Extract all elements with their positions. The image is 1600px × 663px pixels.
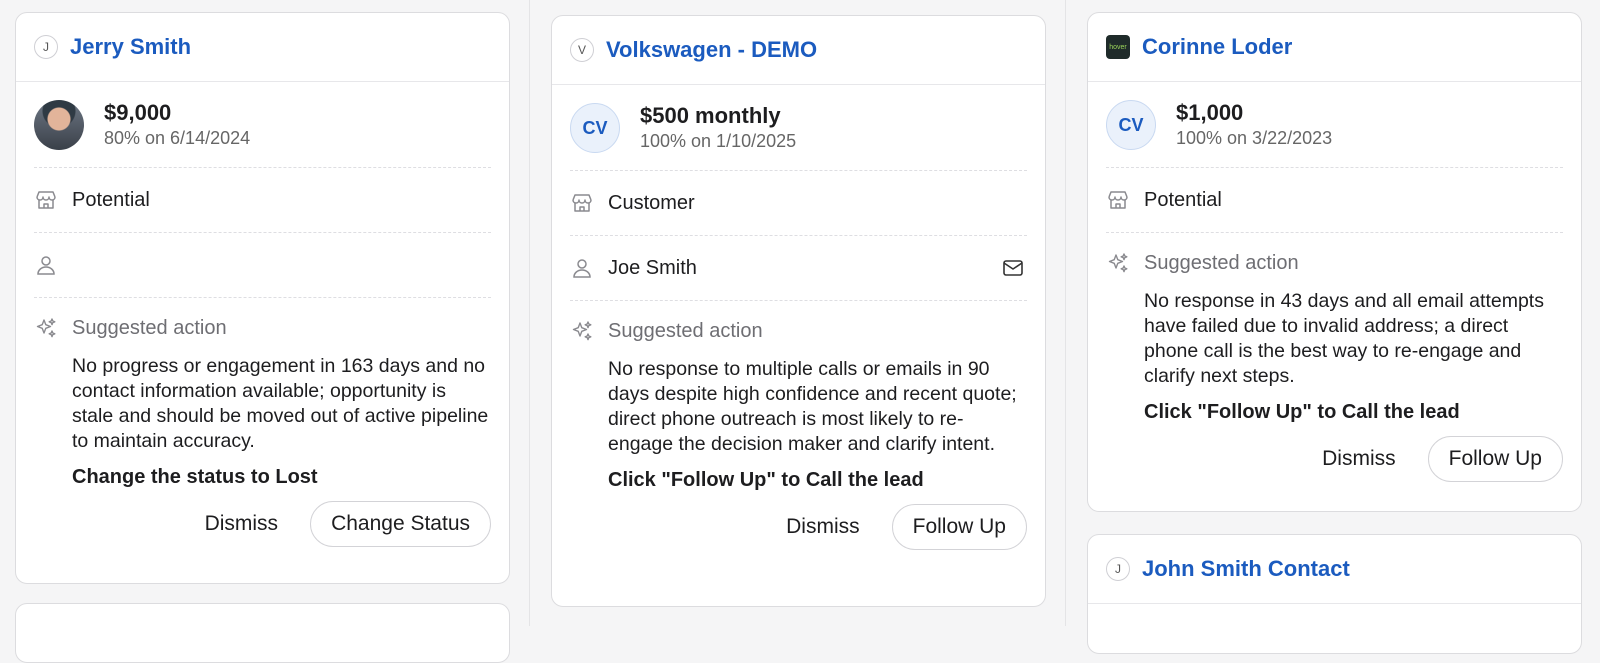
company-logo: hover <box>1106 35 1130 59</box>
deal-probability: 80% on 6/14/2024 <box>104 128 251 148</box>
dismiss-button[interactable]: Dismiss <box>1302 437 1416 481</box>
sparkles-icon <box>570 319 594 343</box>
contact-initials: CV <box>570 103 620 153</box>
dismiss-button[interactable]: Dismiss <box>766 505 880 549</box>
suggested-action-text: No progress or engagement in 163 days an… <box>72 355 489 452</box>
opportunity-card: hover Corinne Loder CV $1,000 100% on 3/… <box>1087 12 1582 512</box>
suggested-action-cta: Click "Follow Up" to Call the lead <box>1144 401 1460 423</box>
deal-probability: 100% on 3/22/2023 <box>1176 128 1333 148</box>
suggested-action-label: Suggested action <box>608 319 763 342</box>
person-icon <box>34 253 58 277</box>
card-title-link[interactable]: Volkswagen - DEMO <box>606 37 817 63</box>
opportunity-card-partial <box>15 603 510 663</box>
sparkles-icon <box>34 316 58 340</box>
dismiss-button[interactable]: Dismiss <box>185 502 299 546</box>
card-header: V Volkswagen - DEMO <box>552 16 1045 85</box>
deal-amount: $1,000 <box>1176 100 1244 125</box>
change-status-button[interactable]: Change Status <box>310 501 491 547</box>
column-divider <box>529 0 530 626</box>
suggested-action: Suggested action No progress or engageme… <box>34 298 491 547</box>
opportunity-card: V Volkswagen - DEMO CV $500 monthly 100%… <box>551 15 1046 607</box>
account-avatar: V <box>570 38 594 62</box>
suggested-action: Suggested action No response to multiple… <box>570 301 1027 550</box>
suggested-action-text: No response in 43 days and all email att… <box>1144 290 1544 387</box>
card-title-link[interactable]: John Smith Contact <box>1142 556 1350 582</box>
column-divider <box>1065 0 1066 626</box>
contact-initials: CV <box>1106 100 1156 150</box>
account-avatar: J <box>34 35 58 59</box>
status-label: Customer <box>608 191 695 214</box>
deal-summary: CV $500 monthly 100% on 1/10/2025 <box>570 85 1027 171</box>
store-icon <box>34 188 58 212</box>
card-header: hover Corinne Loder <box>1088 13 1581 82</box>
opportunity-card: J John Smith Contact <box>1087 534 1582 654</box>
deal-amount: $500 monthly <box>640 103 781 128</box>
follow-up-button[interactable]: Follow Up <box>891 504 1027 550</box>
account-avatar: J <box>1106 557 1130 581</box>
avatar <box>34 100 84 150</box>
status-row: Customer <box>570 171 1027 236</box>
opportunity-card: J Jerry Smith $9,000 80% on 6/14/2024 Po… <box>15 12 510 584</box>
status-row: Potential <box>1106 168 1563 233</box>
sparkles-icon <box>1106 251 1130 275</box>
deal-probability: 100% on 1/10/2025 <box>640 131 797 151</box>
deal-summary: $9,000 80% on 6/14/2024 <box>34 82 491 168</box>
person-icon <box>570 256 594 280</box>
suggested-action-cta: Change the status to Lost <box>72 466 318 488</box>
card-header: J John Smith Contact <box>1088 535 1581 604</box>
status-row: Potential <box>34 168 491 233</box>
suggested-action-text: No response to multiple calls or emails … <box>608 358 1017 455</box>
card-title-link[interactable]: Corinne Loder <box>1142 34 1292 60</box>
deal-summary: CV $1,000 100% on 3/22/2023 <box>1106 82 1563 168</box>
follow-up-button[interactable]: Follow Up <box>1427 436 1563 482</box>
status-label: Potential <box>1144 188 1222 211</box>
suggested-action-label: Suggested action <box>72 316 227 339</box>
store-icon <box>570 191 594 215</box>
suggested-action: Suggested action No response in 43 days … <box>1106 233 1563 482</box>
card-header: J Jerry Smith <box>16 13 509 82</box>
status-label: Potential <box>72 188 150 211</box>
mail-icon[interactable] <box>999 254 1027 282</box>
card-title-link[interactable]: Jerry Smith <box>70 34 191 60</box>
store-icon <box>1106 188 1130 212</box>
contact-row: Joe Smith <box>570 236 1027 301</box>
suggested-action-label: Suggested action <box>1144 251 1299 274</box>
contact-row <box>34 233 491 298</box>
deal-amount: $9,000 <box>104 100 172 125</box>
suggested-action-cta: Click "Follow Up" to Call the lead <box>608 469 924 491</box>
contact-name: Joe Smith <box>608 256 697 279</box>
